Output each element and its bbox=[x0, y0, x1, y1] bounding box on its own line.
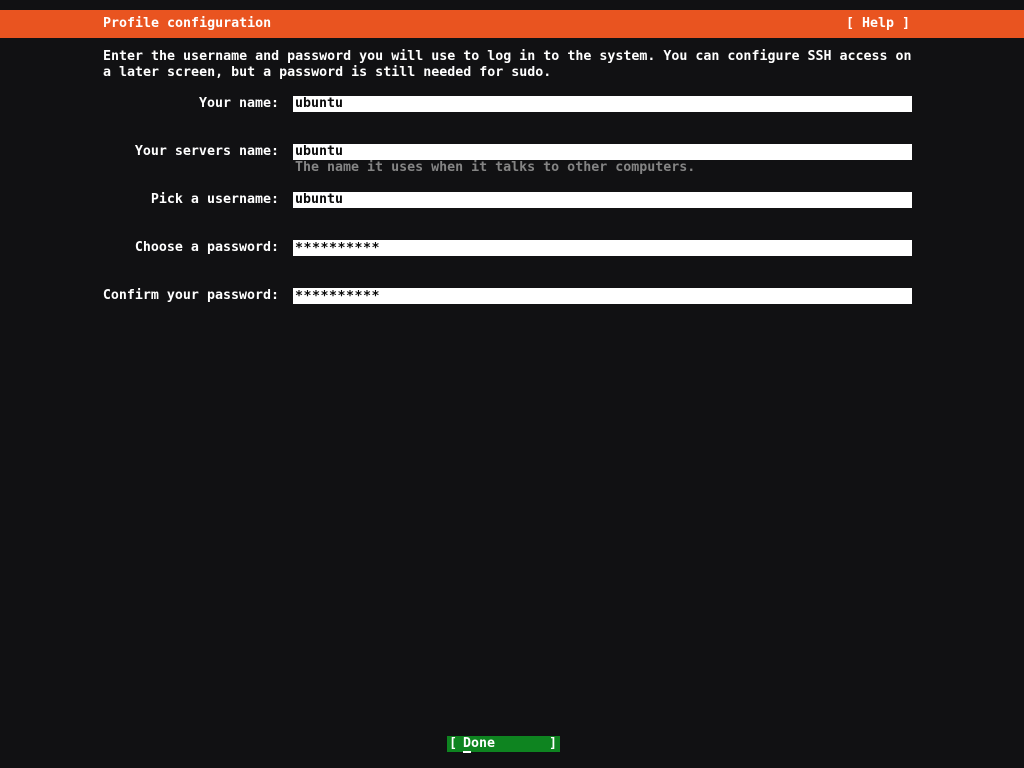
server-name-hint: The name it uses when it talks to other … bbox=[295, 160, 696, 175]
done-bracket-right: ] bbox=[548, 736, 557, 751]
intro-line-1: Enter the username and password you will… bbox=[103, 49, 912, 64]
installer-screen: Profile configuration [ Help ] Enter the… bbox=[0, 0, 1024, 768]
done-shortcut-letter: D bbox=[463, 736, 472, 753]
username-value: ubuntu bbox=[295, 192, 344, 207]
your-name-input[interactable]: ubuntu bbox=[293, 96, 912, 112]
help-button[interactable]: [ Help ] bbox=[846, 16, 910, 32]
form-row-password: Choose a password: ********** bbox=[0, 240, 1024, 256]
your-name-value: ubuntu bbox=[295, 96, 344, 111]
intro-text: Enter the username and password you will… bbox=[103, 49, 923, 81]
form-row-confirm-password: Confirm your password: ********** bbox=[0, 288, 1024, 304]
confirm-password-value: ********** bbox=[295, 289, 381, 304]
form-row-username: Pick a username: ubuntu bbox=[0, 192, 1024, 208]
your-name-label: Your name: bbox=[198, 96, 279, 111]
form-row-server-name: Your servers name: ubuntu bbox=[0, 144, 1024, 160]
done-label: Done bbox=[463, 736, 496, 753]
confirm-password-input[interactable]: ********** bbox=[293, 288, 912, 304]
username-label: Pick a username: bbox=[150, 192, 279, 207]
password-input[interactable]: ********** bbox=[293, 240, 912, 256]
username-input[interactable]: ubuntu bbox=[293, 192, 912, 208]
page-title: Profile configuration bbox=[103, 16, 272, 31]
done-button[interactable]: [ Done ] bbox=[447, 736, 560, 753]
server-name-label: Your servers name: bbox=[134, 144, 279, 159]
done-label-rest: one bbox=[471, 736, 496, 751]
intro-line-2: a later screen, but a password is still … bbox=[103, 65, 552, 80]
done-bracket-left: [ bbox=[449, 736, 458, 751]
server-name-value: ubuntu bbox=[295, 144, 344, 159]
password-label: Choose a password: bbox=[134, 240, 279, 255]
form-row-your-name: Your name: ubuntu bbox=[0, 96, 1024, 112]
server-name-input[interactable]: ubuntu bbox=[293, 144, 912, 160]
title-bar: Profile configuration [ Help ] bbox=[0, 10, 1024, 38]
confirm-password-label: Confirm your password: bbox=[102, 288, 279, 303]
password-value: ********** bbox=[295, 241, 381, 256]
